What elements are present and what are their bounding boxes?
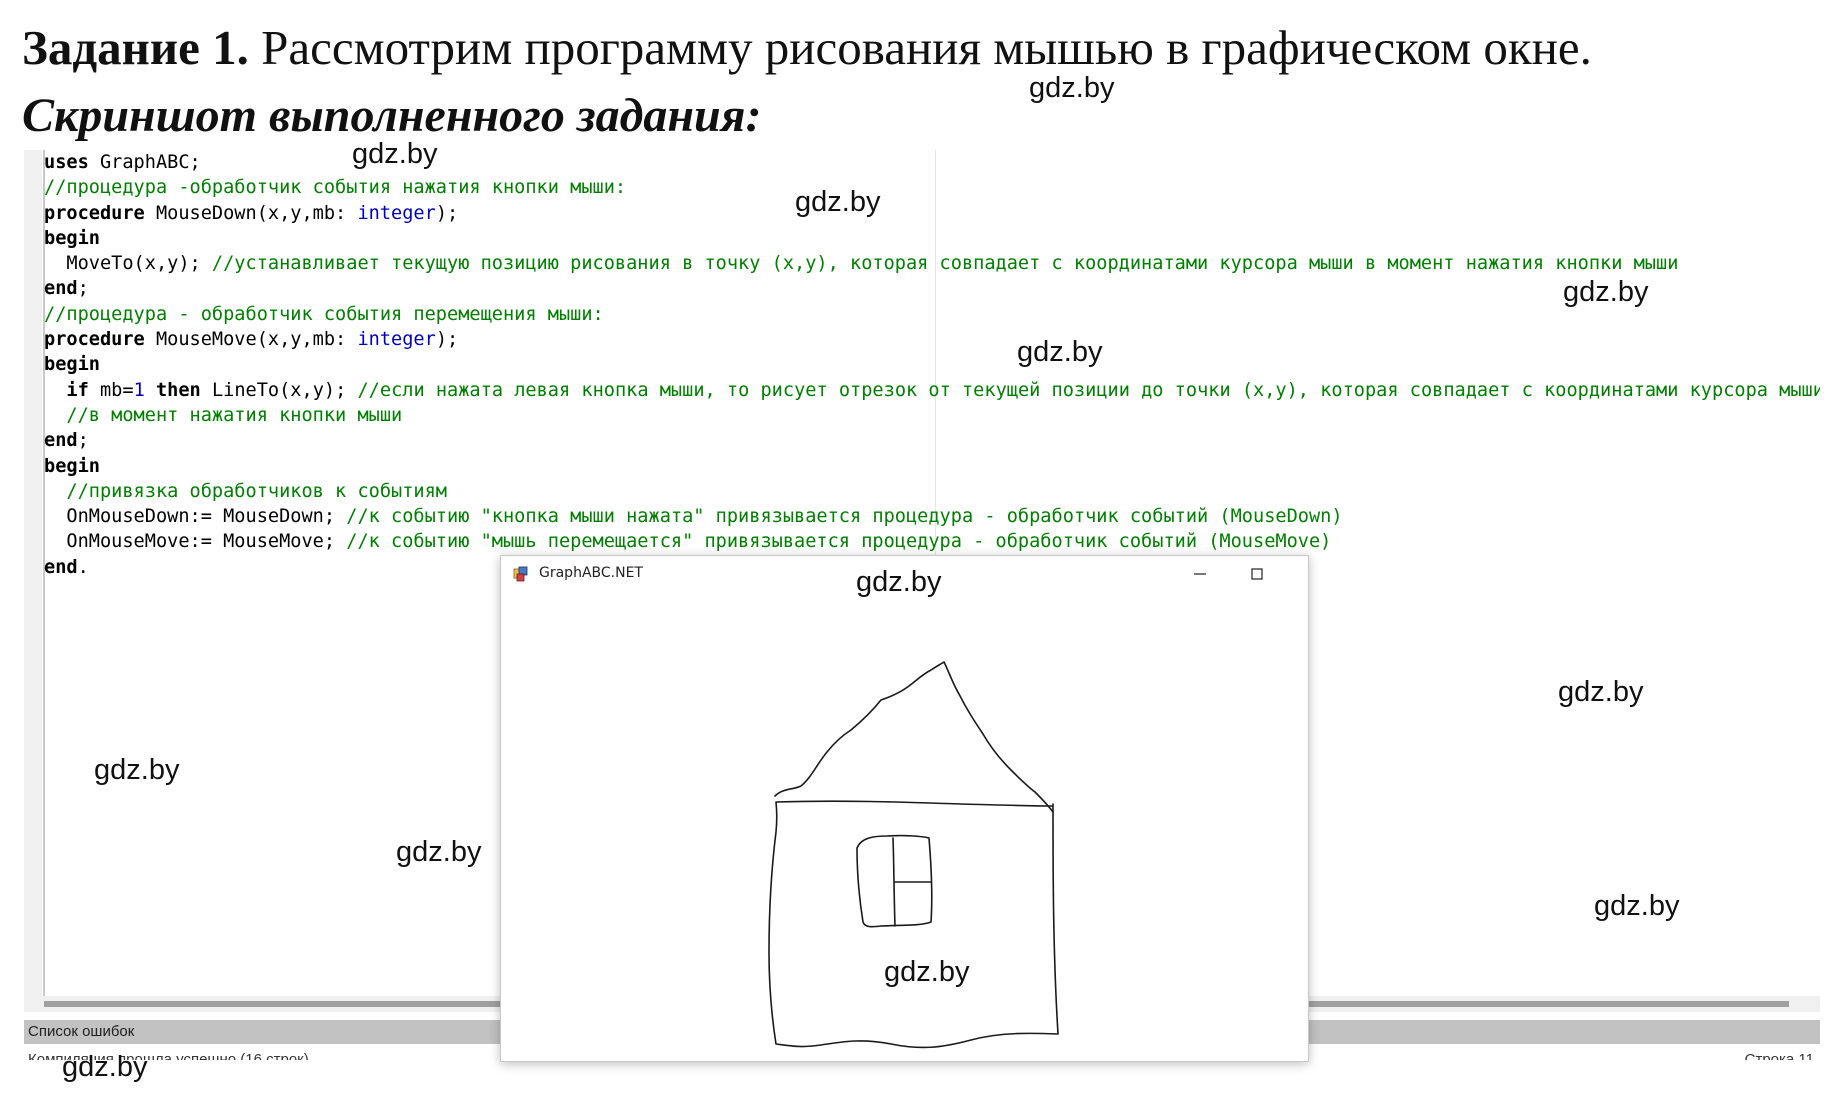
code-token: procedure — [44, 329, 145, 351]
code-token: then — [155, 379, 201, 401]
code-token: begin — [44, 354, 100, 376]
task-label: Задание 1. — [22, 20, 249, 75]
code-token: begin — [44, 227, 100, 249]
code-token: OnMouseMove:= MouseMove; — [44, 531, 347, 553]
app-icon — [513, 566, 528, 582]
watermark: gdz.by — [352, 138, 438, 170]
code-line[interactable]: procedure MouseDown(x,y,mb: integer); — [44, 201, 1820, 226]
watermark: gdz.by — [94, 754, 180, 786]
code-token: integer — [357, 329, 436, 351]
code-line[interactable]: begin — [44, 226, 1820, 251]
code-line[interactable]: begin — [44, 352, 1820, 377]
house-window — [856, 834, 933, 928]
task-text: Рассмотрим программу рисования мышью в г… — [248, 20, 1592, 75]
watermark: gdz.by — [1594, 890, 1680, 922]
code-text[interactable]: uses GraphABC;//процедура -обработчик со… — [44, 150, 1820, 580]
code-token: 1 — [133, 379, 145, 401]
code-line[interactable]: OnMouseMove:= MouseMove; //к событию "мы… — [44, 529, 1820, 554]
editor-gutter — [24, 150, 42, 996]
code-token: GraphABC; — [88, 152, 201, 173]
code-token: end — [44, 278, 78, 300]
code-token: begin — [44, 455, 100, 477]
code-token: MouseDown(x,y,mb: — [144, 202, 358, 224]
code-line[interactable]: uses GraphABC; — [44, 150, 1820, 175]
close-icon[interactable] — [1301, 562, 1309, 586]
code-token: procedure — [44, 202, 145, 224]
code-token: ); — [435, 202, 459, 224]
screenshot-subtitle: Скриншот выполненного задания: — [22, 89, 762, 142]
code-line[interactable]: //процедура - обработчик события перемещ… — [44, 302, 1820, 327]
watermark: gdz.by — [856, 566, 942, 598]
code-line[interactable]: if mb=1 then LineTo(x,y); //если нажата … — [44, 378, 1820, 403]
code-token: //процедура -обработчик события нажатия … — [44, 177, 627, 199]
code-token: ); — [435, 329, 459, 351]
watermark: gdz.by — [62, 1051, 148, 1083]
code-token: end — [44, 430, 78, 452]
code-token: LineTo(x,y); — [200, 379, 358, 401]
error-list-title: Список ошибок — [28, 1023, 135, 1040]
code-token: integer — [357, 202, 436, 224]
cursor-position: Строка 11 — [1744, 1051, 1814, 1060]
code-token: MouseMove(x,y,mb: — [144, 329, 358, 351]
watermark: gdz.by — [1029, 72, 1115, 104]
drawing-canvas[interactable] — [501, 592, 1308, 1061]
watermark: gdz.by — [1017, 336, 1103, 368]
house-roof — [774, 661, 1054, 813]
code-token: //к событию "кнопка мыши нажата" привязы… — [346, 506, 1343, 528]
code-line[interactable]: //привязка обработчиков к событиям — [44, 479, 1820, 504]
code-token: //если нажата левая кнопка мыши, то рису… — [357, 379, 1820, 401]
code-token: //устанавливает текущую позицию рисовани… — [211, 253, 1679, 275]
code-line[interactable]: MoveTo(x,y); //устанавливает текущую поз… — [44, 251, 1820, 276]
maximize-icon[interactable] — [1242, 562, 1272, 586]
watermark: gdz.by — [795, 186, 881, 218]
code-token: ; — [77, 278, 89, 300]
code-line[interactable]: procedure MouseMove(x,y,mb: integer); — [44, 327, 1820, 352]
code-line[interactable]: OnMouseDown:= MouseDown; //к событию "кн… — [44, 504, 1820, 529]
code-token: if — [66, 379, 89, 401]
code-token: //привязка обработчиков к событиям — [66, 480, 447, 502]
code-token: mb= — [88, 379, 134, 401]
code-line[interactable]: //в момент нажатия кнопки мыши — [44, 403, 1820, 428]
watermark: gdz.by — [1563, 276, 1649, 308]
watermark: gdz.by — [396, 836, 482, 868]
code-token: //к событию "мышь перемещается" привязыв… — [346, 531, 1332, 553]
code-token: ; — [77, 430, 89, 452]
code-line[interactable]: //процедура -обработчик события нажатия … — [44, 175, 1820, 200]
code-line[interactable]: begin — [44, 454, 1820, 479]
code-token: //в момент нажатия кнопки мыши — [66, 404, 403, 426]
minimize-icon[interactable] — [1185, 562, 1215, 586]
code-token: . — [77, 556, 89, 578]
task-heading: Задание 1. Рассмотрим программу рисовани… — [22, 18, 1592, 78]
code-token: end — [44, 556, 78, 578]
code-token: MoveTo(x,y); — [44, 253, 212, 275]
code-token: //процедура - обработчик события перемещ… — [44, 303, 604, 325]
graph-window-title: GraphABC.NET — [539, 565, 643, 581]
code-line[interactable]: end; — [44, 276, 1820, 301]
watermark: gdz.by — [1558, 676, 1644, 708]
code-line[interactable]: end; — [44, 428, 1820, 453]
code-token: OnMouseDown:= MouseDown; — [44, 506, 347, 528]
code-token: uses — [44, 152, 89, 173]
watermark: gdz.by — [884, 956, 970, 988]
